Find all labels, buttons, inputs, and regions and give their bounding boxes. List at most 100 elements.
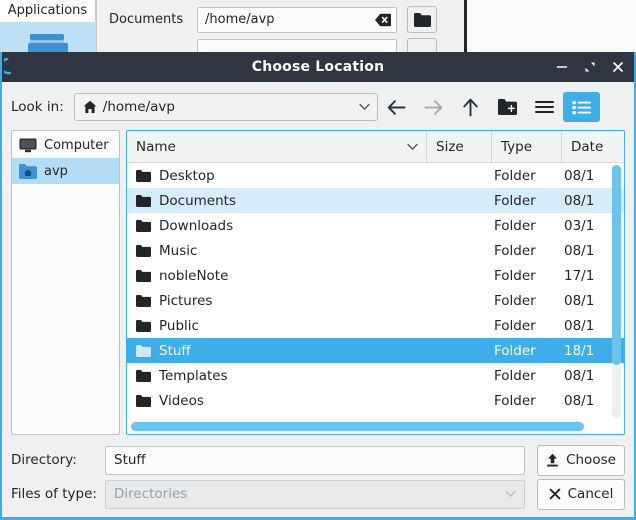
file-name-label: Documents [159,192,236,209]
detail-view-button[interactable] [562,92,600,122]
file-name-label: Templates [159,367,228,384]
file-name-cell: Public [127,318,427,334]
folder-icon [136,269,151,282]
sidebar-item-avp[interactable]: avp [12,158,119,184]
sidebar-item-label: Computer [44,137,109,153]
computer-icon [19,138,37,152]
forward-button[interactable] [415,92,452,122]
file-name-cell: Downloads [127,218,427,234]
file-name-cell: Music [127,243,427,259]
file-type-cell: Folder [494,192,536,209]
folder-icon [136,319,151,332]
choose-button-label: Choose [566,452,616,468]
horizontal-scrollbar-thumb[interactable] [131,422,585,431]
chevron-down-icon [407,143,418,150]
background-path-input[interactable]: /home/avp [197,6,397,33]
file-name-cell: Stuff [127,343,427,359]
table-row[interactable]: Pictures Folder 08/1 [127,288,624,313]
directory-input[interactable]: Stuff [105,445,525,475]
background-browse-button[interactable] [407,6,437,33]
column-header-type[interactable]: Type [492,131,562,162]
files-of-type-value: Directories [114,486,188,502]
file-name-label: Music [159,242,198,259]
clear-text-icon[interactable] [375,13,391,26]
table-row[interactable]: Documents Folder 08/1 [127,188,624,213]
look-in-value: /home/avp [102,99,175,115]
table-row[interactable]: Public Folder 08/1 [127,313,624,338]
file-name-cell: Pictures [127,293,427,309]
vertical-scrollbar-thumb[interactable] [612,165,621,365]
column-header-date-label: Date [571,138,604,155]
dialog-body: Look in: /home/avp Computer avp Name Siz… [2,82,634,517]
file-list-header: Name Size Type Date [127,131,624,163]
directory-label: Directory: [11,452,77,468]
minimize-button[interactable] [554,59,570,75]
maximize-button[interactable] [582,59,598,75]
files-of-type-combobox: Directories [105,479,525,509]
look-in-label: Look in: [11,99,64,115]
file-name-cell: Documents [127,193,427,209]
folder-icon [136,294,151,307]
file-type-cell: Folder [494,317,536,334]
parent-directory-button[interactable] [452,92,489,122]
column-header-size[interactable]: Size [427,131,492,162]
folder-icon [136,169,151,182]
choose-button[interactable]: Choose [537,444,625,476]
file-type-cell: Folder [494,292,536,309]
column-header-date[interactable]: Date [562,131,622,162]
new-folder-button[interactable] [489,92,526,122]
files-of-type-row: Files of type: Directories Cancel [11,477,625,511]
folder-icon [136,244,151,257]
file-type-cell: Folder [494,167,536,184]
look-in-combobox[interactable]: /home/avp [73,93,378,121]
file-name-cell: Desktop [127,168,427,184]
table-row-selected[interactable]: Stuff Folder 18/1 [127,338,624,363]
vertical-scrollbar[interactable] [612,165,621,418]
sidebar-item-computer[interactable]: Computer [12,132,119,158]
table-row[interactable]: nobleNote Folder 17/1 [127,263,624,288]
column-header-type-label: Type [501,138,533,155]
directory-input-value: Stuff [114,452,146,468]
file-type-cell: Folder [494,242,536,259]
file-name-label: Stuff [159,342,191,359]
background-application: Applications Documents /home/avp [0,0,636,65]
dialog-panels: Computer avp Name Size Type Date Desktop… [11,124,625,443]
dialog-titlebar[interactable]: Choose Location [2,52,634,82]
file-name-label: Desktop [159,167,215,184]
chevron-down-icon [505,490,516,498]
table-row[interactable]: Desktop Folder 08/1 [127,163,624,188]
close-x-icon [549,488,560,500]
file-type-cell: Folder [494,217,536,234]
close-button[interactable] [610,59,626,75]
file-list-view: Name Size Type Date Desktop Folder 08/1 … [126,130,625,435]
background-right-pane [467,0,636,52]
background-tab-applications[interactable]: Applications [0,0,96,22]
horizontal-scrollbar[interactable] [131,422,608,431]
back-button[interactable] [378,92,415,122]
list-view-icon [534,101,554,113]
folder-icon [136,394,151,407]
background-form-row: Documents /home/avp [109,6,454,33]
background-form: Documents /home/avp [96,0,464,65]
dialog-title: Choose Location [251,59,385,75]
file-type-cell: Folder [494,367,536,384]
arrow-right-icon [424,99,443,115]
table-row[interactable]: Videos Folder 08/1 [127,388,624,413]
background-path-value: /home/avp [205,12,275,27]
column-header-name[interactable]: Name [127,131,427,162]
upload-arrow-icon [547,453,558,467]
file-type-cell: Folder [494,392,536,409]
cancel-button-label: Cancel [567,486,614,502]
table-row[interactable]: Templates Folder 08/1 [127,363,624,388]
dialog-bottom-form: Directory: Stuff Choose Files of type: D… [11,443,625,517]
list-view-button[interactable] [526,92,563,122]
table-row[interactable]: Downloads Folder 03/1 [127,213,624,238]
file-name-label: nobleNote [159,267,229,284]
table-row[interactable]: Music Folder 08/1 [127,238,624,263]
cancel-button[interactable]: Cancel [537,478,625,510]
folder-icon [136,344,151,357]
file-name-cell: nobleNote [127,268,427,284]
places-sidebar: Computer avp [11,130,120,435]
application-icon [4,57,12,75]
file-name-label: Videos [159,392,204,409]
